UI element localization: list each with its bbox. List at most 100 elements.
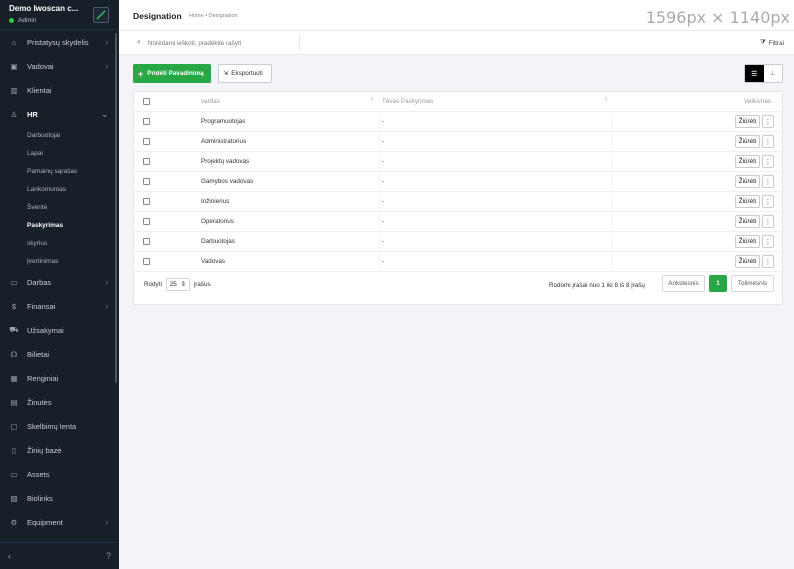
more-options-icon[interactable]: ⋮ <box>762 255 774 268</box>
sidebar-item-finansai[interactable]: $ Finansai › <box>0 294 119 318</box>
breadcrumb[interactable]: Home • Designation <box>189 13 238 19</box>
view-button[interactable]: Žiūrėti <box>735 255 760 268</box>
more-options-icon[interactable]: ⋮ <box>762 115 774 128</box>
chevron-right-icon: › <box>105 37 108 47</box>
hierarchy-view-button[interactable]: ⊥ <box>764 65 783 82</box>
sidebar-scrollbar[interactable] <box>115 33 117 383</box>
sidebar-item-bilietai[interactable]: ☊ Bilietai <box>0 342 119 366</box>
row-checkbox[interactable] <box>143 238 150 245</box>
row-checkbox[interactable] <box>143 118 150 125</box>
row-checkbox[interactable] <box>143 258 150 265</box>
column-divider <box>379 234 380 250</box>
column-header-name[interactable]: vardas <box>201 98 220 105</box>
sidebar-item-ziniu-baze[interactable]: ▯ Žinių bazė <box>0 438 119 462</box>
view-button[interactable]: Žiūrėti <box>735 175 760 188</box>
row-checkbox[interactable] <box>143 178 150 185</box>
table-row: Programuotojas - Žiūrėti ⋮ <box>134 112 782 132</box>
view-button[interactable]: Žiūrėti <box>735 135 760 148</box>
column-divider <box>379 154 380 170</box>
select-all-checkbox[interactable] <box>143 98 150 105</box>
sidebar-subitem-svente[interactable]: Šventė <box>0 198 119 216</box>
sidebar-subitem-paskyrimas[interactable]: Paskyrimas <box>0 216 119 234</box>
sidebar-item-vadovai[interactable]: ▣ Vadovai › <box>0 54 119 78</box>
view-button[interactable]: Žiūrėti <box>735 215 760 228</box>
view-toggle: ☰ ⊥ <box>744 64 783 83</box>
table-row: Administratorius - Žiūrėti ⋮ <box>134 132 782 152</box>
view-button[interactable]: Žiūrėti <box>735 155 760 168</box>
pen-icon <box>96 10 106 20</box>
view-button[interactable]: Žiūrėti <box>735 235 760 248</box>
headset-icon: ☊ <box>10 349 18 359</box>
sidebar-item-label: Užsakymai <box>27 325 64 335</box>
search-input[interactable] <box>147 39 288 47</box>
column-divider <box>612 194 613 210</box>
row-checkbox[interactable] <box>143 138 150 145</box>
column-divider <box>612 254 613 270</box>
company-name[interactable]: Demo Iwoscan c... <box>9 4 84 13</box>
sort-icon[interactable]: ⇅ <box>370 97 374 103</box>
more-options-icon[interactable]: ⋮ <box>762 175 774 188</box>
add-designation-button[interactable]: + Pridėti Pavadinimą <box>133 64 211 83</box>
sidebar-item-biolinks[interactable]: ▧ Biolinks <box>0 486 119 510</box>
sidebar-subitem-skyrius[interactable]: skyrius <box>0 234 119 252</box>
more-options-icon[interactable]: ⋮ <box>762 215 774 228</box>
plus-icon: + <box>138 68 144 79</box>
next-page-button[interactable]: Tolimesnis <box>731 275 774 292</box>
filter-icon: ⧩ <box>759 39 766 46</box>
more-options-icon[interactable]: ⋮ <box>762 195 774 208</box>
parent-designation: - <box>382 218 385 225</box>
sidebar-item-label: Skelbimų lenta <box>27 421 77 431</box>
sidebar-subitem-pamainu-sarasas[interactable]: Pamainų sąrašas <box>0 162 119 180</box>
list-view-button[interactable]: ☰ <box>745 65 764 82</box>
briefcase-icon: ▭ <box>10 277 18 287</box>
search-box: ⌕ <box>134 35 300 51</box>
monitor-icon: ▭ <box>10 469 18 479</box>
select-arrows-icon: ⇕ <box>180 281 186 288</box>
previous-page-button[interactable]: Ankstesnis <box>662 275 705 292</box>
sidebar-item-uzsakymai[interactable]: ⛟ Užsakymai <box>0 318 119 342</box>
sidebar-item-klientai[interactable]: ▥ Klientai <box>0 78 119 102</box>
calendar-icon: ▦ <box>10 373 18 383</box>
more-options-icon[interactable]: ⋮ <box>762 235 774 248</box>
cart-icon: ⛟ <box>9 325 19 334</box>
sidebar-item-zinutes[interactable]: ▤ Žinutės <box>0 390 119 414</box>
sidebar-item-pristatysu-skydelis[interactable]: ⌂ Pristatysų skydelis › <box>0 30 119 54</box>
help-icon[interactable]: ? <box>106 551 111 561</box>
column-header-parent[interactable]: Tėvas Paskyrimas <box>382 98 433 105</box>
dollar-icon: $ <box>11 301 17 311</box>
sidebar-subitem-ivertinimas[interactable]: Įvertinimas <box>0 252 119 270</box>
page-icon: ▧ <box>10 493 18 503</box>
collapse-chevron-icon[interactable]: ‹ <box>8 551 11 561</box>
page-size-select[interactable]: 25 ⇕ <box>165 278 190 291</box>
add-designation-label: Pridėti Pavadinimą <box>147 70 204 77</box>
sidebar-item-label: Žinutės <box>27 397 52 407</box>
more-options-icon[interactable]: ⋮ <box>762 135 774 148</box>
row-checkbox[interactable] <box>143 158 150 165</box>
edit-pen-button[interactable] <box>93 7 109 23</box>
sidebar-item-hr[interactable]: ♙ HR ⌄ <box>0 102 119 126</box>
sidebar-item-skelbimu-lenta[interactable]: ▢ Skelbimų lenta <box>0 414 119 438</box>
pagination-info: Rodomi įrašai nuo 1 iki 8 iš 8 įrašų <box>549 282 645 289</box>
sidebar-item-renginiai[interactable]: ▦ Renginiai <box>0 366 119 390</box>
more-options-icon[interactable]: ⋮ <box>762 155 774 168</box>
sort-icon[interactable]: ⇅ <box>604 97 608 103</box>
sidebar-subitem-darbuotojai[interactable]: Darbuotojai <box>0 126 119 144</box>
sidebar-item-label: Finansai <box>27 301 56 311</box>
table-row: Gamybos vadovas - Žiūrėti ⋮ <box>134 172 782 192</box>
sidebar-subitem-lapai[interactable]: Lapai <box>0 144 119 162</box>
parent-designation: - <box>382 138 385 145</box>
view-button[interactable]: Žiūrėti <box>735 195 760 208</box>
sidebar-item-darbas[interactable]: ▭ Darbas › <box>0 270 119 294</box>
sidebar-subitem-lankomumas[interactable]: Lankomumas <box>0 180 119 198</box>
column-divider <box>379 214 380 230</box>
sidebar-item-equipment[interactable]: ⚙ Equipment › <box>0 510 119 534</box>
sidebar-item-assets[interactable]: ▭ Assets <box>0 462 119 486</box>
chevron-down-icon: ⌄ <box>101 109 108 119</box>
view-button[interactable]: Žiūrėti <box>735 115 760 128</box>
row-checkbox[interactable] <box>143 218 150 225</box>
row-checkbox[interactable] <box>143 198 150 205</box>
export-button[interactable]: ⇲ Eksportuoti <box>218 64 272 83</box>
designation-table-card: vardas ⇅ Tėvas Paskyrimas ⇅ Veiksmas Pro… <box>133 91 783 305</box>
filters-button[interactable]: ⧩ Filtrai <box>760 39 784 47</box>
current-page-button[interactable]: 1 <box>709 275 727 292</box>
